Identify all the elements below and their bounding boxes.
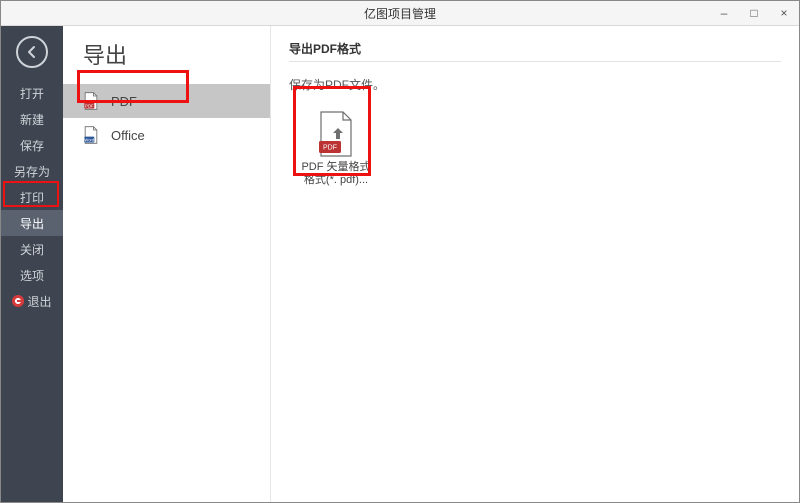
sidebar-item-options[interactable]: 选项 [1, 262, 63, 288]
word-icon: Word [81, 125, 101, 145]
minimize-button[interactable]: – [709, 1, 739, 25]
export-option-label: PDF [111, 94, 137, 109]
maximize-button[interactable]: □ [739, 1, 769, 25]
sidebar-label: 关闭 [20, 241, 44, 258]
sidebar-item-open[interactable]: 打开 [1, 80, 63, 106]
detail-section-subtitle: 保存为PDF文件。 [289, 76, 781, 101]
export-detail-panel: 导出PDF格式 保存为PDF文件。 PDF PDF 矢量格式格式(*. pdf)… [271, 26, 799, 502]
sidebar-item-close-doc[interactable]: 关闭 [1, 236, 63, 262]
sidebar-label: 导出 [20, 215, 44, 232]
content-area: 导出 PDF PDF Word [63, 26, 799, 502]
sidebar-label: 打印 [20, 189, 44, 206]
export-option-pdf[interactable]: PDF PDF [63, 84, 270, 118]
sidebar-label: 保存 [20, 137, 44, 154]
tile-label: PDF 矢量格式格式(*. pdf)... [301, 161, 371, 187]
window-title: 亿图项目管理 [364, 5, 436, 22]
window-controls: – □ × [709, 1, 799, 25]
sidebar-item-exit[interactable]: 退出 [1, 288, 63, 314]
export-tile-pdf-vector[interactable]: PDF PDF 矢量格式格式(*. pdf)... [301, 111, 371, 187]
title-bar: 亿图项目管理 – □ × [1, 1, 799, 26]
arrow-left-icon [25, 45, 39, 59]
pdf-icon: PDF [81, 91, 101, 111]
sidebar-item-print[interactable]: 打印 [1, 184, 63, 210]
sidebar-label: 选项 [20, 267, 44, 284]
app-window: 亿图项目管理 – □ × 打开 新建 保存 另存为 打印 导出 关闭 选项 退出 [0, 0, 800, 503]
sidebar-item-save-as[interactable]: 另存为 [1, 158, 63, 184]
export-option-label: Office [111, 128, 145, 143]
svg-text:Word: Word [84, 137, 95, 142]
close-button[interactable]: × [769, 1, 799, 25]
sidebar-label: 打开 [20, 85, 44, 102]
sidebar-label: 新建 [20, 111, 44, 128]
export-heading: 导出 [83, 38, 270, 70]
sidebar-item-export[interactable]: 导出 [1, 210, 63, 236]
svg-text:PDF: PDF [85, 103, 94, 108]
back-button[interactable] [16, 36, 48, 68]
sidebar-label: 退出 [27, 293, 51, 310]
svg-text:PDF: PDF [323, 145, 337, 152]
sidebar-label: 另存为 [14, 163, 50, 180]
sidebar-item-save[interactable]: 保存 [1, 132, 63, 158]
export-option-office[interactable]: Word Office [63, 118, 270, 152]
sidebar-item-new[interactable]: 新建 [1, 106, 63, 132]
divider [289, 61, 781, 62]
pdf-file-icon: PDF [317, 111, 355, 157]
detail-section-title: 导出PDF格式 [289, 40, 781, 57]
export-format-list: 导出 PDF PDF Word [63, 26, 271, 502]
window-body: 打开 新建 保存 另存为 打印 导出 关闭 选项 退出 导出 P [1, 26, 799, 502]
sidebar: 打开 新建 保存 另存为 打印 导出 关闭 选项 退出 [1, 26, 63, 502]
